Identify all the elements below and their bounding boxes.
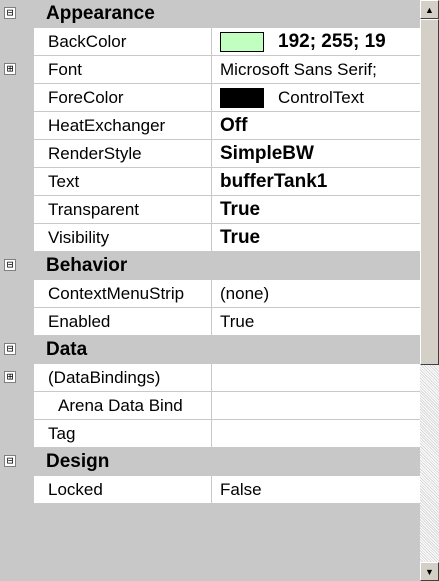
category-title: Design (34, 448, 420, 475)
property-row-enabled[interactable]: Enabled True (0, 308, 420, 336)
property-name[interactable]: (DataBindings) (34, 364, 212, 391)
arrow-up-icon: ▲ (425, 4, 434, 15)
color-value-text: ControlText (278, 87, 364, 107)
property-value[interactable]: True (212, 196, 420, 223)
property-name[interactable]: HeatExchanger (34, 112, 212, 139)
property-row-text[interactable]: Text bufferTank1 (0, 168, 420, 196)
row-gutter (0, 420, 34, 447)
property-value[interactable]: ControlText (212, 84, 420, 111)
category-title: Data (34, 336, 420, 363)
collapse-icon[interactable]: ⊟ (4, 455, 16, 467)
row-gutter (0, 308, 34, 335)
property-row-backcolor[interactable]: BackColor 192; 255; 19 (0, 28, 420, 56)
row-gutter (0, 196, 34, 223)
property-value[interactable]: Microsoft Sans Serif; (212, 56, 420, 83)
property-row-font[interactable]: ⊞ Font Microsoft Sans Serif; (0, 56, 420, 84)
property-row-renderstyle[interactable]: RenderStyle SimpleBW (0, 140, 420, 168)
row-gutter (0, 224, 34, 251)
category-data[interactable]: ⊟ Data (0, 336, 420, 364)
property-name[interactable]: ContextMenuStrip (34, 280, 212, 307)
property-name[interactable]: Visibility (34, 224, 212, 251)
row-gutter (0, 140, 34, 167)
property-value[interactable]: True (212, 308, 420, 335)
property-value[interactable] (212, 392, 420, 419)
property-row-transparent[interactable]: Transparent True (0, 196, 420, 224)
property-name[interactable]: ForeColor (34, 84, 212, 111)
property-value[interactable] (212, 420, 420, 447)
property-value[interactable]: False (212, 476, 420, 503)
collapse-icon[interactable]: ⊟ (4, 7, 16, 19)
collapse-icon[interactable]: ⊟ (4, 259, 16, 271)
row-gutter (0, 28, 34, 55)
collapse-icon[interactable]: ⊟ (4, 343, 16, 355)
scroll-up-button[interactable]: ▲ (420, 0, 439, 19)
property-value[interactable]: True (212, 224, 420, 251)
arrow-down-icon: ▼ (425, 566, 434, 577)
property-value[interactable]: (none) (212, 280, 420, 307)
row-gutter (0, 280, 34, 307)
property-row-locked[interactable]: Locked False (0, 476, 420, 504)
property-grid: ⊟ Appearance BackColor 192; 255; 19 ⊞ Fo… (0, 0, 439, 581)
row-gutter (0, 84, 34, 111)
category-gutter: ⊟ (0, 0, 34, 27)
property-name[interactable]: Font (34, 56, 212, 83)
property-row-tag[interactable]: Tag (0, 420, 420, 448)
property-name[interactable]: BackColor (34, 28, 212, 55)
category-design[interactable]: ⊟ Design (0, 448, 420, 476)
property-name[interactable]: RenderStyle (34, 140, 212, 167)
category-gutter: ⊟ (0, 336, 34, 363)
expand-icon[interactable]: ⊞ (4, 63, 16, 75)
category-title: Appearance (34, 0, 420, 27)
category-behavior[interactable]: ⊟ Behavior (0, 252, 420, 280)
property-row-arenadatabind[interactable]: Arena Data Bind (0, 392, 420, 420)
property-value[interactable] (212, 364, 420, 391)
property-value[interactable]: 192; 255; 19 (212, 28, 420, 55)
category-gutter: ⊟ (0, 252, 34, 279)
property-name[interactable]: Text (34, 168, 212, 195)
property-value[interactable]: bufferTank1 (212, 168, 420, 195)
property-row-heatexchanger[interactable]: HeatExchanger Off (0, 112, 420, 140)
property-row-forecolor[interactable]: ForeColor ControlText (0, 84, 420, 112)
property-name[interactable]: Locked (34, 476, 212, 503)
property-row-contextmenustrip[interactable]: ContextMenuStrip (none) (0, 280, 420, 308)
expand-icon[interactable]: ⊞ (4, 371, 16, 383)
scroll-down-button[interactable]: ▼ (420, 562, 439, 581)
color-swatch (220, 87, 264, 108)
property-value[interactable]: Off (212, 112, 420, 139)
property-name[interactable]: Arena Data Bind (34, 392, 212, 419)
property-value[interactable]: SimpleBW (212, 140, 420, 167)
property-rows: ⊟ Appearance BackColor 192; 255; 19 ⊞ Fo… (0, 0, 420, 581)
row-gutter (0, 168, 34, 195)
row-gutter (0, 476, 34, 503)
row-gutter: ⊞ (0, 364, 34, 391)
vertical-scrollbar[interactable]: ▲ ▼ (420, 0, 439, 581)
color-value-text: 192; 255; 19 (278, 30, 386, 52)
property-name[interactable]: Transparent (34, 196, 212, 223)
category-appearance[interactable]: ⊟ Appearance (0, 0, 420, 28)
property-name[interactable]: Tag (34, 420, 212, 447)
property-row-databindings[interactable]: ⊞ (DataBindings) (0, 364, 420, 392)
scroll-thumb[interactable] (420, 19, 439, 365)
row-gutter (0, 392, 34, 419)
property-row-visibility[interactable]: Visibility True (0, 224, 420, 252)
property-name[interactable]: Enabled (34, 308, 212, 335)
row-gutter: ⊞ (0, 56, 34, 83)
category-gutter: ⊟ (0, 448, 34, 475)
color-swatch (220, 31, 264, 52)
row-gutter (0, 112, 34, 139)
category-title: Behavior (34, 252, 420, 279)
